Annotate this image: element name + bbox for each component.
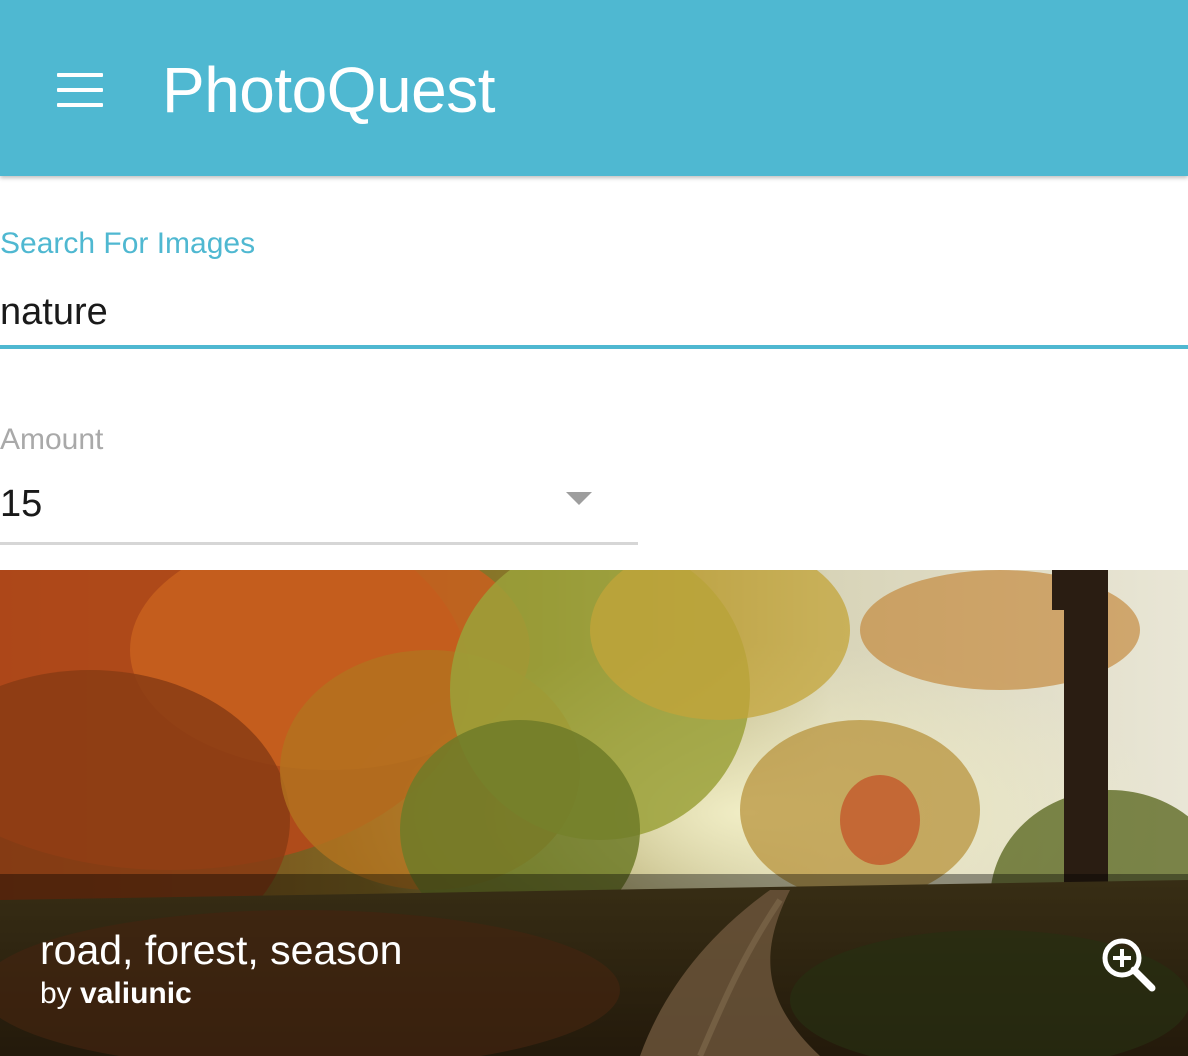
search-underline <box>0 345 1188 349</box>
search-label: Search For Images <box>0 227 256 260</box>
zoom-button[interactable] <box>1096 932 1160 996</box>
search-input[interactable] <box>0 286 1188 338</box>
app-bar: PhotoQuest <box>0 0 1188 176</box>
arrow-drop-down-icon <box>566 492 592 505</box>
amount-selected-value: 15 <box>0 483 43 525</box>
amount-label: Amount <box>0 423 104 456</box>
menu-button[interactable] <box>48 60 112 120</box>
app-title: PhotoQuest <box>162 54 496 126</box>
tile-author: valiunic <box>80 977 192 1010</box>
page: PhotoQuest Search For Images Amount 15 <box>0 0 1188 1056</box>
tile-by-prefix: by <box>40 977 72 1010</box>
tile-subtitle: by valiunic <box>40 974 192 1014</box>
image-tile[interactable]: road, forest, season by valiunic <box>0 570 1188 1056</box>
zoom-in-icon <box>1102 938 1156 992</box>
amount-underline <box>0 542 638 545</box>
amount-select[interactable]: 15 <box>0 474 638 534</box>
tile-tags: road, forest, season <box>40 927 403 973</box>
